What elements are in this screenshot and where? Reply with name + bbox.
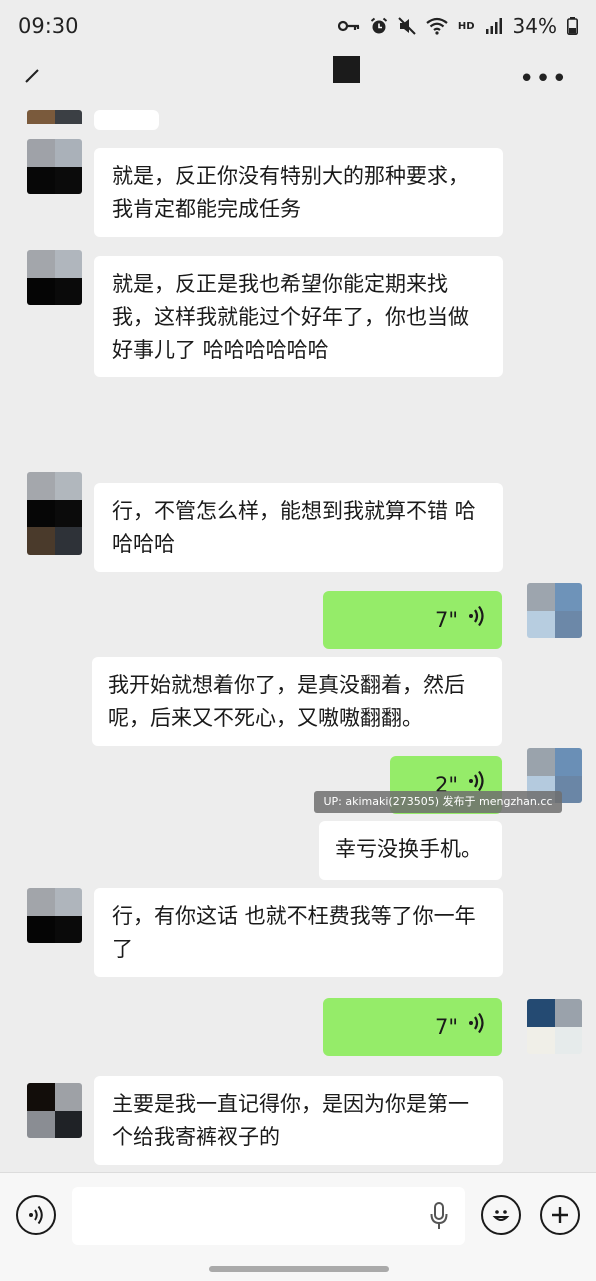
message-bubble-left: 就是，反正你没有特别大的那种要求，我肯定都能完成任务	[94, 148, 503, 237]
message-text: 就是，反正是我也希望你能定期来找我，这样我就能过个好年了，你也当做好事儿了 哈哈…	[112, 272, 469, 362]
my-avatar[interactable]	[527, 583, 582, 638]
chat-title-redacted	[333, 56, 360, 83]
transcript-text: 幸亏没换手机。	[335, 837, 482, 861]
voice-transcript-bubble: 幸亏没换手机。	[319, 821, 502, 880]
edit-icon[interactable]	[24, 66, 42, 88]
status-bar: 09:30 HD 34%	[0, 0, 596, 54]
message-input[interactable]	[72, 1187, 465, 1245]
home-indicator	[209, 1266, 389, 1272]
battery-percentage: 34%	[512, 14, 557, 38]
message-bubble-left: 行，不管怎么样，能想到我就算不错 哈哈哈哈	[94, 483, 503, 572]
message-bubble-partial	[94, 110, 159, 130]
plus-icon[interactable]	[540, 1195, 580, 1235]
more-dots-icon[interactable]: •••	[519, 66, 568, 92]
hd-label: HD	[457, 20, 475, 32]
voice-message-bubble[interactable]: 7"	[323, 998, 502, 1056]
message-bubble-left: 行，有你这话 也就不枉费我等了你一年了	[94, 888, 503, 977]
message-bubble-left: 主要是我一直记得你，是因为你是第一个给我寄裤衩子的	[94, 1076, 503, 1165]
status-icons: HD 34%	[337, 14, 578, 38]
my-avatar[interactable]	[527, 999, 582, 1054]
voice-message-bubble[interactable]: 7"	[323, 591, 502, 649]
emoji-icon[interactable]	[481, 1195, 521, 1235]
wifi-icon	[426, 17, 448, 35]
contact-avatar[interactable]	[27, 250, 82, 305]
microphone-icon[interactable]	[429, 1202, 449, 1234]
mute-icon	[398, 17, 416, 35]
contact-avatar[interactable]	[27, 110, 82, 138]
transcript-text: 我开始就想着你了，是真没翻着，然后呢，后来又不死心，又嗷嗷翻翻。	[108, 673, 465, 730]
message-text: 就是，反正你没有特别大的那种要求，我肯定都能完成任务	[112, 164, 469, 221]
chat-header: •••	[0, 54, 596, 110]
contact-avatar[interactable]	[27, 888, 82, 943]
contact-avatar[interactable]	[27, 1083, 82, 1138]
message-list[interactable]: 就是，反正你没有特别大的那种要求，我肯定都能完成任务 就是，反正是我也希望你能定…	[0, 110, 596, 1170]
key-icon	[337, 19, 360, 33]
signal-icon	[485, 18, 503, 34]
message-text: 主要是我一直记得你，是因为你是第一个给我寄裤衩子的	[112, 1092, 469, 1149]
input-bar	[0, 1172, 596, 1281]
voice-duration: 7"	[434, 1014, 458, 1039]
contact-avatar[interactable]	[27, 139, 82, 194]
voice-transcript-bubble: 我开始就想着你了，是真没翻着，然后呢，后来又不死心，又嗷嗷翻翻。	[92, 657, 502, 746]
status-time: 09:30	[18, 14, 79, 38]
battery-icon	[567, 17, 578, 35]
voice-mode-icon[interactable]	[16, 1195, 56, 1235]
message-bubble-left: 就是，反正是我也希望你能定期来找我，这样我就能过个好年了，你也当做好事儿了 哈哈…	[94, 256, 503, 377]
voice-wave-icon	[468, 1011, 486, 1044]
message-text: 行，有你这话 也就不枉费我等了你一年了	[112, 904, 476, 961]
voice-wave-icon	[468, 604, 486, 637]
alarm-icon	[370, 17, 388, 35]
contact-avatar[interactable]	[27, 472, 82, 555]
voice-duration: 7"	[434, 607, 458, 632]
watermark: UP: akimaki(273505) 发布于 mengzhan.cc	[314, 791, 562, 813]
message-text: 行，不管怎么样，能想到我就算不错 哈哈哈哈	[112, 499, 476, 556]
